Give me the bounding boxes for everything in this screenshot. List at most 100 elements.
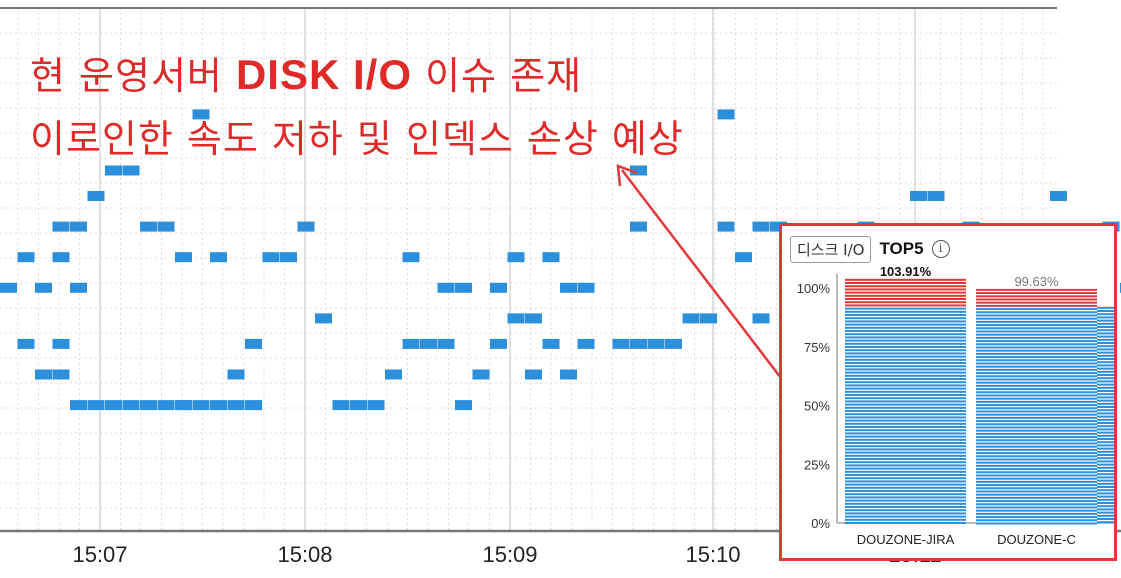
disk-io-tab[interactable]: 디스크 I/O <box>790 235 872 263</box>
bar-stripe <box>845 499 966 502</box>
bar-2[interactable] <box>1097 306 1117 524</box>
bar-stripe <box>845 317 966 320</box>
y-tick-label: 100% <box>797 281 831 296</box>
heatmap-cell <box>350 400 367 411</box>
heatmap-cell <box>577 338 595 349</box>
bar-stripe <box>976 400 1097 403</box>
heatmap-cell <box>630 221 647 232</box>
bar-stripe <box>976 384 1097 387</box>
bar-stripe <box>1097 450 1114 453</box>
bar-stripe <box>1097 380 1114 383</box>
bar-stripe <box>1097 345 1114 348</box>
bar-stripe <box>1097 361 1114 364</box>
bar-stripe <box>976 439 1097 442</box>
bar-stripe <box>976 317 1097 320</box>
bar-stripe <box>976 516 1097 519</box>
bar-stripe <box>845 496 966 499</box>
bar-stripe <box>976 452 1097 455</box>
bar-stripe <box>845 346 966 349</box>
bar-stripe <box>1097 425 1114 428</box>
annotation-line-1-post: 이슈 존재 <box>412 54 582 98</box>
bar-stripe <box>845 515 966 518</box>
bar-stripe <box>845 467 966 470</box>
bar-stripe <box>976 413 1097 416</box>
bar-stripe <box>976 506 1097 509</box>
bar-stripe <box>845 368 966 371</box>
bar-stripe <box>976 410 1097 413</box>
heatmap-cell <box>717 109 735 120</box>
bar-stripe <box>1097 370 1114 373</box>
bar-stripe <box>1097 476 1114 479</box>
bar-stripe <box>1097 518 1114 520</box>
heatmap-cell <box>315 313 332 324</box>
bar-stripe <box>1097 393 1114 396</box>
bar-stripe <box>976 496 1097 499</box>
bar-stripe <box>845 301 966 304</box>
bar-stripe <box>845 416 966 419</box>
bar-stripe <box>1097 508 1114 511</box>
bar-stripe <box>845 339 966 342</box>
heatmap-cell <box>157 400 175 411</box>
bar-stripe <box>1097 460 1114 463</box>
heatmap-cell <box>70 282 87 293</box>
bar-stripe <box>1097 428 1114 431</box>
bar-stripe <box>1097 313 1114 316</box>
bar-stripe <box>1097 319 1114 322</box>
y-tick-label: 75% <box>804 340 830 355</box>
bar-stripe <box>976 346 1097 349</box>
heatmap-cell <box>437 338 455 349</box>
bar-value-label: 103.91% <box>880 264 932 279</box>
heatmap-cell <box>245 338 262 349</box>
bar-category-label: DOUZONE-C <box>997 532 1076 547</box>
bar-stripe <box>976 432 1097 435</box>
bar-stripe <box>976 480 1097 483</box>
bar-stripe <box>845 291 966 294</box>
bar-stripe <box>976 404 1097 407</box>
annotation-line-1-pre: 현 운영서버 <box>30 54 236 98</box>
bar-stripe <box>976 420 1097 423</box>
heatmap-cell <box>175 252 192 263</box>
bar-stripe <box>976 330 1097 333</box>
bar-stripe <box>976 349 1097 352</box>
bar-stripe <box>845 448 966 451</box>
bar-stripe <box>845 512 966 515</box>
heatmap-cell <box>52 369 70 380</box>
x-tick-label: 15:09 <box>482 542 537 567</box>
bar-stripe <box>976 324 1097 327</box>
bar-stripe <box>845 483 966 486</box>
heatmap-cell <box>122 165 140 176</box>
bar-stripe <box>845 518 966 521</box>
bar-stripe <box>845 454 966 457</box>
heatmap-cell <box>280 252 297 263</box>
heatmap-cell <box>910 191 927 201</box>
bar-stripe <box>845 365 966 368</box>
y-tick-label: 0% <box>811 516 830 531</box>
bar-stripe <box>845 422 966 425</box>
bar-stripe <box>976 468 1097 471</box>
heatmap-cell <box>752 313 770 324</box>
bar-stripe <box>976 381 1097 384</box>
bar-1[interactable] <box>976 288 1097 525</box>
bar-stripe <box>1097 342 1114 344</box>
bar-stripe <box>1097 505 1114 508</box>
bar-stripe <box>1097 310 1114 312</box>
bar-stripe <box>1097 415 1114 418</box>
bar-stripe <box>845 461 966 464</box>
bar-stripe <box>845 349 966 352</box>
bar-0[interactable] <box>845 278 966 525</box>
bar-stripe <box>1097 399 1114 402</box>
info-icon[interactable]: i <box>931 240 950 258</box>
bar-stripe <box>1097 396 1114 399</box>
bar-stripe <box>1097 386 1114 389</box>
top5-disk-io-panel: 100% 75% 50% 25% 0% 103.91% DOUZONE-JIRA 99.63%… <box>779 223 1117 561</box>
bar-stripe <box>845 403 966 406</box>
bar-stripe <box>976 461 1097 464</box>
bar-stripe <box>1097 409 1114 412</box>
bar-stripe <box>1097 463 1114 466</box>
bar-stripe <box>1097 332 1114 335</box>
bar-stripe <box>845 493 966 496</box>
bar-stripe <box>976 477 1097 480</box>
bar-stripe <box>976 378 1097 381</box>
heatmap-cell <box>87 400 105 411</box>
heatmap-cell <box>297 221 315 232</box>
